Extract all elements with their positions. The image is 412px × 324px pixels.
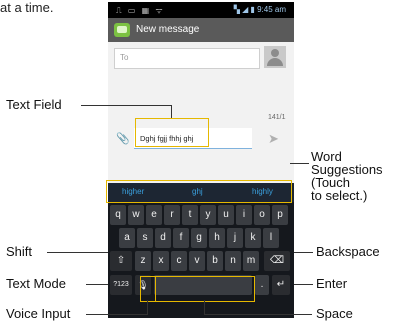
action-bar: New message <box>108 18 294 42</box>
key-b[interactable]: b <box>207 251 223 271</box>
callout-text-mode: Text Mode <box>6 276 66 291</box>
callout-line <box>147 300 148 315</box>
to-placeholder: To <box>120 53 129 62</box>
status-icons: ⎍ ▭ ▦ ᯤ <box>116 6 165 15</box>
key-m[interactable]: m <box>243 251 259 271</box>
key-x[interactable]: x <box>153 251 169 271</box>
key-r[interactable]: r <box>164 205 180 225</box>
key-w[interactable]: w <box>128 205 144 225</box>
callout-voice-input: Voice Input <box>6 306 71 321</box>
callout-shift: Shift <box>6 244 33 259</box>
callout-word-suggestions: Word Suggestions (Touch to select.) <box>311 150 383 202</box>
page-text-fragment: at a time. <box>0 0 54 15</box>
messaging-app-icon[interactable] <box>114 23 130 37</box>
callout-line <box>81 105 171 106</box>
key-v[interactable]: v <box>189 251 205 271</box>
key-o[interactable]: o <box>254 205 270 225</box>
voice-key-highlight <box>140 276 156 302</box>
key-y[interactable]: y <box>200 205 216 225</box>
shift-key[interactable]: ⇧ <box>110 251 132 271</box>
key-l[interactable]: l <box>263 228 279 248</box>
key-i[interactable]: i <box>236 205 252 225</box>
key-j[interactable]: j <box>227 228 243 248</box>
contact-head-shape <box>271 49 279 57</box>
backspace-key[interactable]: ⌫ <box>264 251 290 271</box>
key-d[interactable]: d <box>155 228 171 248</box>
callout-backspace: Backspace <box>316 244 380 259</box>
key-q[interactable]: q <box>110 205 126 225</box>
callout-line <box>294 284 313 285</box>
suggestions-highlight <box>106 180 292 203</box>
key-f[interactable]: f <box>173 228 189 248</box>
key-p[interactable]: p <box>272 205 288 225</box>
callout-line <box>86 284 108 285</box>
callout-space: Space <box>316 306 353 321</box>
key-h[interactable]: h <box>209 228 225 248</box>
callout-line <box>204 300 205 315</box>
callout-enter: Enter <box>316 276 348 291</box>
callout-line <box>47 252 108 253</box>
key-a[interactable]: a <box>119 228 135 248</box>
key-z[interactable]: z <box>135 251 151 271</box>
callout-line <box>290 163 309 164</box>
callout-line <box>294 252 313 253</box>
key-u[interactable]: u <box>218 205 234 225</box>
compose-area: To 141/1 📎 Dghj fgjj fhhj ghj ➤ <box>108 42 294 183</box>
paperclip-icon[interactable]: 📎 <box>116 132 130 145</box>
character-count: 141/1 <box>268 114 286 121</box>
key-g[interactable]: g <box>191 228 207 248</box>
screen-title: New message <box>136 24 200 35</box>
key-n[interactable]: n <box>225 251 241 271</box>
period-key[interactable]: . <box>255 275 269 295</box>
to-field[interactable]: To <box>114 48 260 69</box>
status-bar: ⎍ ▭ ▦ ᯤ ▚ ◢ ▮ 9:45 am <box>108 2 294 18</box>
add-contact-icon[interactable] <box>264 46 286 68</box>
enter-key[interactable]: ↵ <box>272 275 290 295</box>
key-c[interactable]: c <box>171 251 187 271</box>
callout-line <box>171 105 172 118</box>
phone-screen: ⎍ ▭ ▦ ᯤ ▚ ◢ ▮ 9:45 am New message To 141… <box>108 2 294 318</box>
key-k[interactable]: k <box>245 228 261 248</box>
callout-line-4: to select.) <box>311 188 368 203</box>
send-icon[interactable]: ➤ <box>268 131 279 147</box>
contact-body-shape <box>267 58 283 66</box>
callout-line <box>204 314 312 315</box>
key-s[interactable]: s <box>137 228 153 248</box>
key-e[interactable]: e <box>146 205 162 225</box>
callout-line <box>86 314 147 315</box>
space-key-highlight <box>155 276 255 302</box>
key-t[interactable]: t <box>182 205 198 225</box>
callout-text-field: Text Field <box>6 97 62 112</box>
text-field-highlight <box>135 118 209 147</box>
status-clock: ▚ ◢ ▮ 9:45 am <box>233 5 286 14</box>
text-mode-key[interactable]: ?123 <box>110 275 132 295</box>
